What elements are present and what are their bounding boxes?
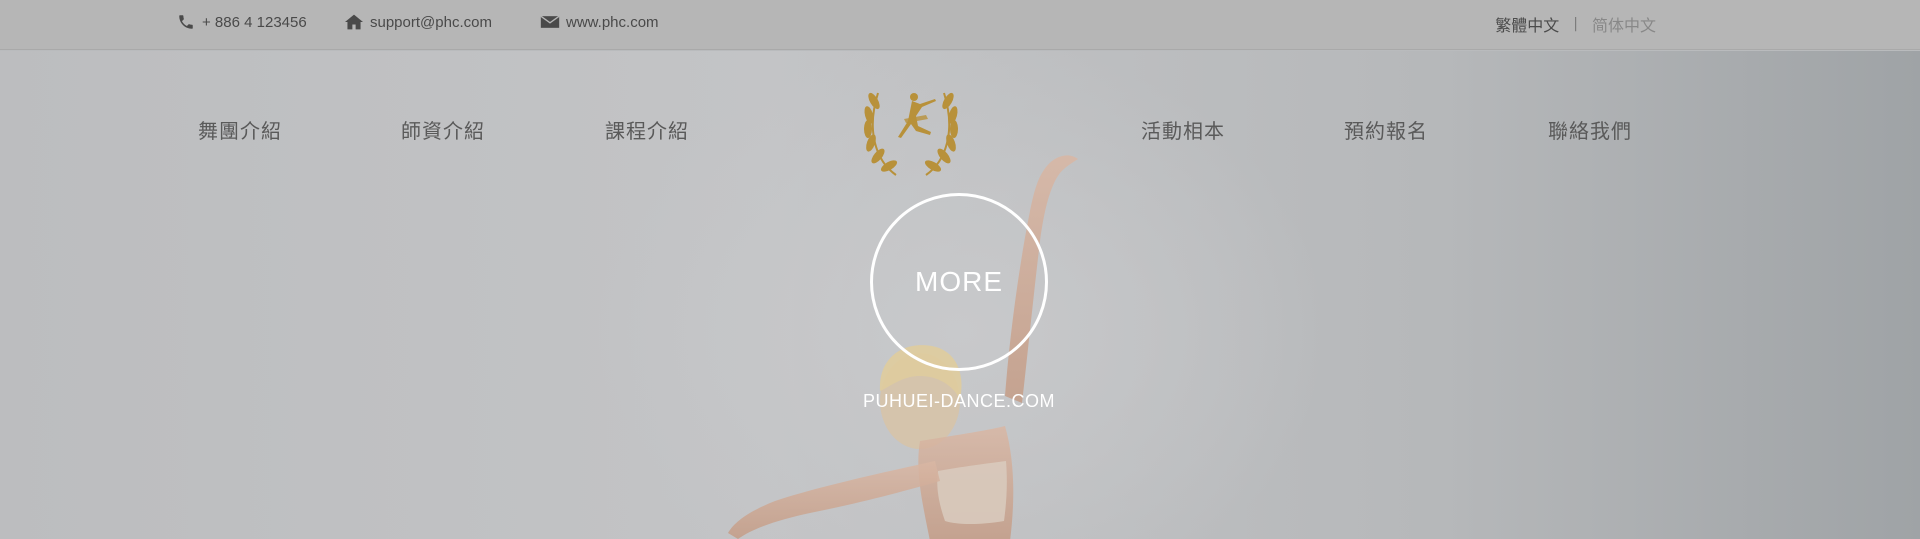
nav-album[interactable]: 活動相本	[1141, 115, 1225, 144]
contact-website[interactable]: www.phc.com	[540, 12, 659, 32]
phone-icon	[176, 12, 196, 32]
mail-icon	[540, 12, 560, 32]
nav-registration[interactable]: 預約報名	[1344, 115, 1428, 144]
nav-contact[interactable]: 聯絡我們	[1548, 115, 1632, 144]
lang-traditional[interactable]: 繁體中文	[1495, 12, 1559, 36]
contact-phone[interactable]: + 886 4 123456	[176, 12, 307, 32]
contact-email[interactable]: support@phc.com	[344, 12, 492, 32]
nav-courses[interactable]: 課程介紹	[605, 115, 689, 144]
email-text: support@phc.com	[370, 13, 492, 31]
phone-text: + 886 4 123456	[202, 13, 307, 31]
more-button[interactable]: MORE	[870, 193, 1048, 371]
laurel-ballerina-logo[interactable]	[856, 71, 966, 181]
lang-separator: |	[1573, 16, 1578, 32]
home-icon	[344, 12, 364, 32]
language-switcher: 繁體中文 | 简体中文	[1495, 12, 1656, 36]
hero-banner: 舞團介紹 師資介紹 課程介紹 活動相本 預約報名 聯絡我們 MORE PUHUE…	[0, 51, 1920, 539]
site-name: PUHUEI-DANCE.COM	[862, 391, 1055, 411]
dancer-image	[728, 155, 1078, 539]
nav-dance-company[interactable]: 舞團介紹	[198, 115, 282, 144]
nav-teachers[interactable]: 師資介紹	[401, 115, 485, 144]
top-contact-bar: + 886 4 123456 support@phc.com www.phc.c…	[0, 0, 1920, 50]
more-label: MORE	[915, 266, 1003, 297]
website-text: www.phc.com	[566, 13, 659, 31]
lang-simplified[interactable]: 简体中文	[1592, 12, 1656, 36]
